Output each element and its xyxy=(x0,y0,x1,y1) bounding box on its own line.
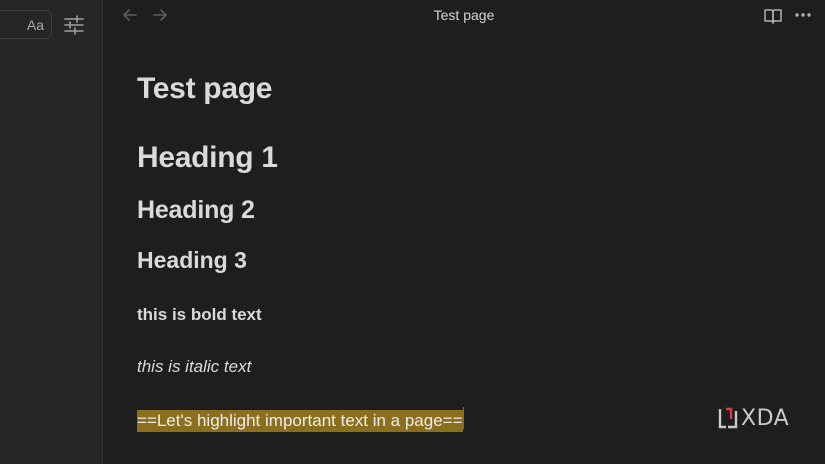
xda-logo-text: XDA xyxy=(741,405,790,431)
sliders-icon[interactable] xyxy=(63,14,85,36)
heading-2: Heading 2 xyxy=(137,196,255,224)
more-horizontal-icon[interactable] xyxy=(794,6,812,24)
xda-logo-icon xyxy=(718,407,738,429)
text-cursor xyxy=(462,407,464,429)
tab-title-wrap: Test page xyxy=(103,7,825,23)
italic-text-line: this is italic text xyxy=(137,357,252,376)
arrow-right-icon[interactable] xyxy=(151,6,169,24)
book-open-icon[interactable] xyxy=(763,6,783,26)
xda-watermark: XDA xyxy=(718,405,789,431)
highlighted-text: ==Let's highlight important text in a pa… xyxy=(137,410,463,432)
highlight-text-line[interactable]: ==Let's highlight important text in a pa… xyxy=(137,407,464,432)
heading-1: Heading 1 xyxy=(137,141,278,174)
font-button-label: Aa xyxy=(26,16,44,33)
left-sidebar: Aa xyxy=(0,0,103,464)
arrow-left-icon[interactable] xyxy=(121,6,139,24)
tab-header: Test page xyxy=(103,0,825,32)
app-window: Aa Test page Test page Heading 1 Heading… xyxy=(0,0,825,464)
page-title[interactable]: Test page xyxy=(137,72,272,106)
heading-3: Heading 3 xyxy=(137,247,247,273)
tab-title[interactable]: Test page xyxy=(434,7,495,23)
bold-text-line: this is bold text xyxy=(137,305,262,324)
font-settings-button[interactable]: Aa xyxy=(0,10,52,39)
